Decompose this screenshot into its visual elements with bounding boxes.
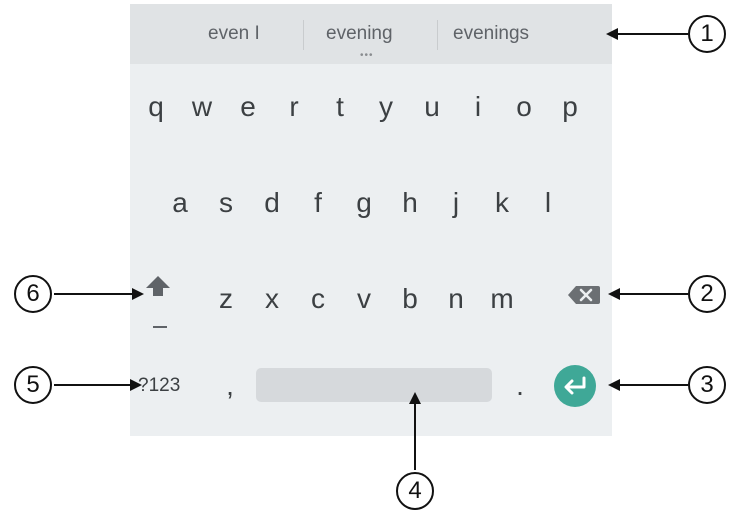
callout-3: 3 [688,366,726,404]
callout-5: 5 [14,366,52,404]
callout-2: 2 [688,275,726,313]
annotation-arrows [54,28,688,470]
callout-1: 1 [688,15,726,53]
callout-6: 6 [14,275,52,313]
callout-4: 4 [396,472,434,510]
